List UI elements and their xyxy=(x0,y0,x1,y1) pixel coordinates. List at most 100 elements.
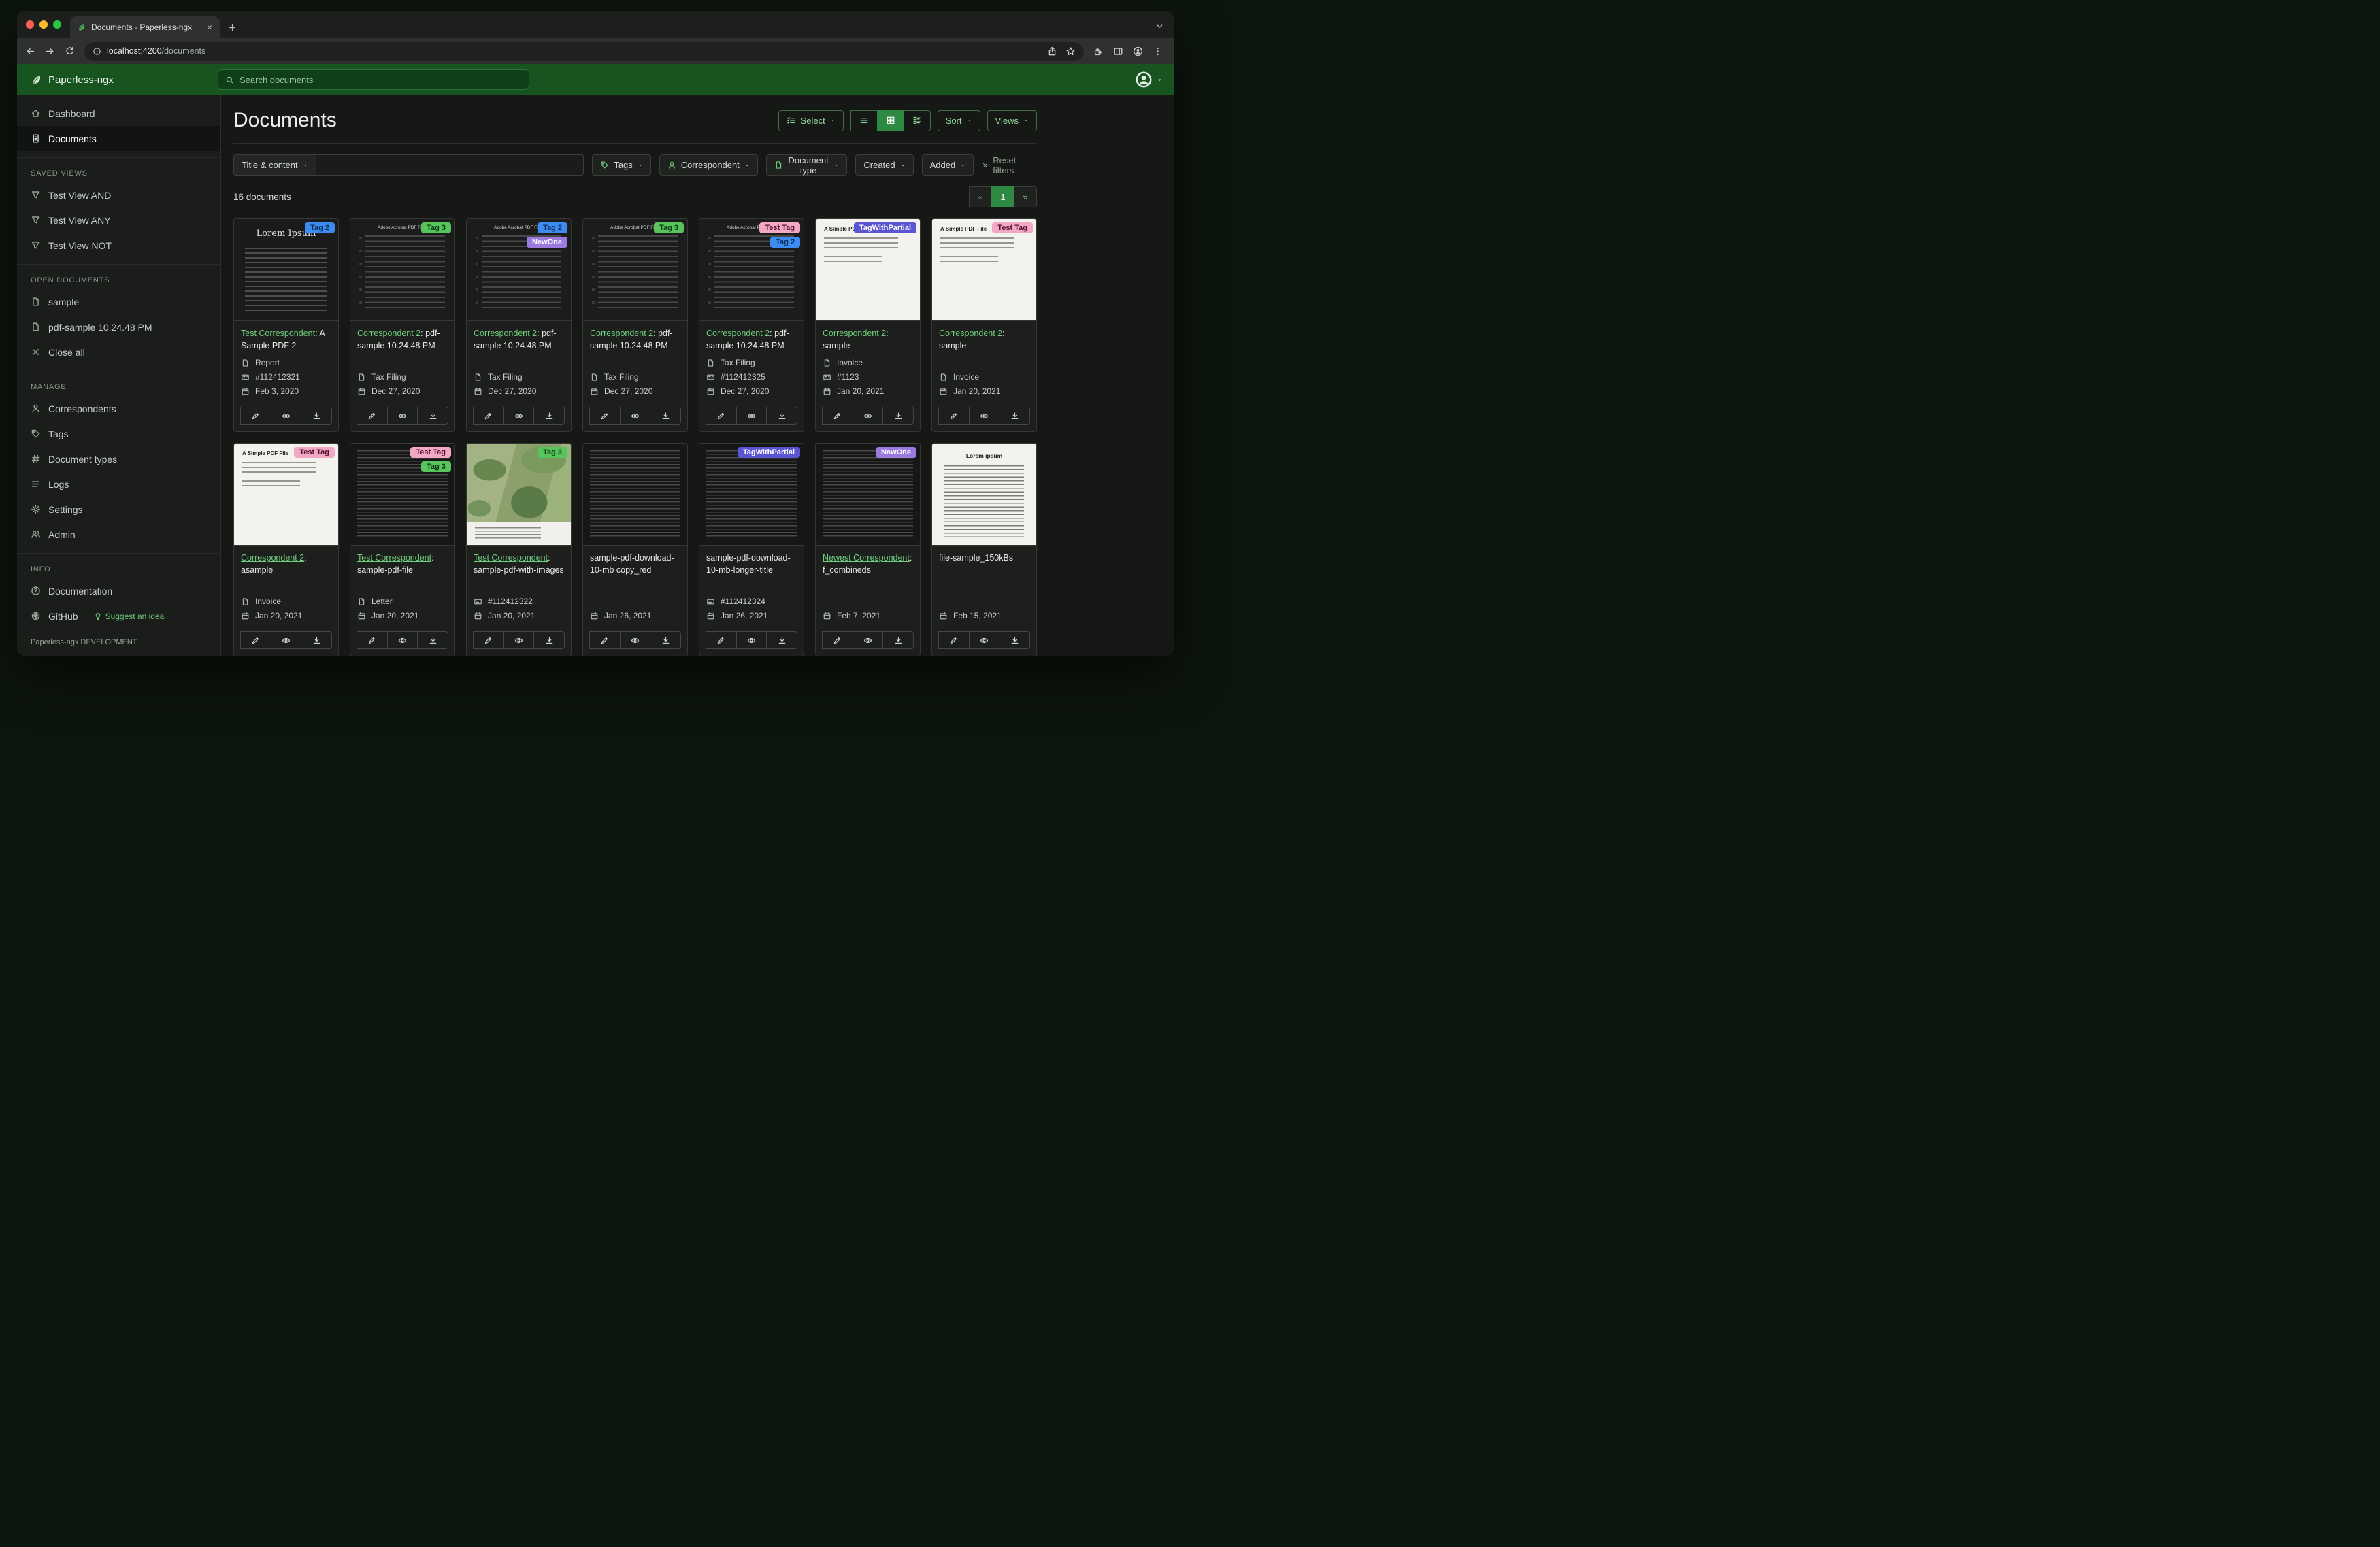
card-action-button[interactable] xyxy=(766,407,798,425)
address-bar[interactable]: localhost:4200/documents xyxy=(84,41,1084,61)
search-input[interactable] xyxy=(239,74,522,85)
card-action-button[interactable] xyxy=(999,631,1031,649)
sidebar-item[interactable]: Correspondents xyxy=(17,396,220,421)
document-thumbnail[interactable]: Test Tag Tag 3 xyxy=(350,444,454,546)
sort-button[interactable]: Sort xyxy=(937,110,980,131)
card-action-button[interactable] xyxy=(706,407,737,425)
card-action-button[interactable] xyxy=(503,631,535,649)
card-action-button[interactable] xyxy=(301,407,333,425)
document-type-row[interactable]: Tax Filing xyxy=(706,358,797,367)
card-action-button[interactable] xyxy=(968,407,1000,425)
zoom-window-button[interactable] xyxy=(53,20,61,29)
document-thumbnail[interactable]: A Simple PDF File Test Tag xyxy=(234,444,338,546)
chevron-down-icon[interactable] xyxy=(1155,22,1164,31)
pagination-button[interactable]: 1 xyxy=(991,186,1014,207)
card-action-button[interactable] xyxy=(852,631,884,649)
correspondent-link[interactable]: Correspondent 2 xyxy=(706,329,770,338)
sidebar-item[interactable]: Dashboard xyxy=(17,101,220,126)
tag-badge[interactable]: NewOne xyxy=(875,447,916,458)
view-toggle-button[interactable] xyxy=(850,110,878,131)
card-action-button[interactable] xyxy=(766,631,798,649)
sidebar-item[interactable]: Settings xyxy=(17,497,220,522)
sidebar-item[interactable]: Document types xyxy=(17,446,220,471)
views-button[interactable]: Views xyxy=(987,110,1037,131)
card-action-button[interactable] xyxy=(650,631,682,649)
card-action-button[interactable] xyxy=(473,631,504,649)
sidebar-item[interactable]: Test View ANY xyxy=(17,207,220,233)
sidebar-item[interactable]: Documents xyxy=(17,126,220,151)
correspondent-link[interactable]: Correspondent 2 xyxy=(357,329,420,338)
filter-field-selector[interactable]: Title & content xyxy=(233,154,316,176)
sidebar-item[interactable]: Test View AND xyxy=(17,182,220,207)
created-date-row[interactable]: Jan 20, 2021 xyxy=(939,386,1029,396)
filter-button[interactable]: Created xyxy=(855,154,914,176)
card-action-button[interactable] xyxy=(417,631,449,649)
card-action-button[interactable] xyxy=(386,631,418,649)
card-action-button[interactable] xyxy=(386,407,418,425)
asn-row[interactable]: #112412325 xyxy=(706,372,797,382)
correspondent-link[interactable]: Correspondent 2 xyxy=(241,553,304,563)
document-type-row[interactable]: Invoice xyxy=(823,358,913,367)
browser-tab[interactable]: Documents - Paperless-ngx xyxy=(70,16,220,38)
tag-badge[interactable]: Tag 2 xyxy=(305,222,335,233)
sidebar-item[interactable]: Close all xyxy=(17,339,220,365)
document-thumbnail[interactable]: NewOne xyxy=(816,444,920,546)
created-date-row[interactable]: Dec 27, 2020 xyxy=(357,386,448,396)
filter-button[interactable]: Added xyxy=(921,154,974,176)
puzzle-icon[interactable] xyxy=(1093,46,1104,56)
view-toggle-button[interactable] xyxy=(876,110,904,131)
panel-icon[interactable] xyxy=(1113,46,1123,56)
created-date-row[interactable]: Jan 26, 2021 xyxy=(590,611,680,620)
tag-badge[interactable]: Test Tag xyxy=(759,222,800,233)
card-action-button[interactable] xyxy=(357,631,388,649)
avatar-icon[interactable] xyxy=(1133,46,1143,56)
tag-badge[interactable]: TagWithPartial xyxy=(737,447,800,458)
card-action-button[interactable] xyxy=(650,407,682,425)
card-action-button[interactable] xyxy=(736,631,767,649)
correspondent-link[interactable]: Correspondent 2 xyxy=(939,329,1002,338)
card-action-button[interactable] xyxy=(619,407,651,425)
document-thumbnail[interactable]: Adobe Acrobat PDF Files Tag 2 NewOne xyxy=(467,219,571,321)
tag-badge[interactable]: Test Tag xyxy=(992,222,1033,233)
card-action-button[interactable] xyxy=(417,407,449,425)
created-date-row[interactable]: Dec 27, 2020 xyxy=(706,386,797,396)
card-action-button[interactable] xyxy=(822,631,853,649)
card-action-button[interactable] xyxy=(473,407,504,425)
document-type-row[interactable]: Report xyxy=(241,358,331,367)
card-action-button[interactable] xyxy=(589,407,621,425)
close-icon[interactable] xyxy=(206,24,213,31)
document-thumbnail[interactable]: TagWithPartial xyxy=(699,444,804,546)
tag-badge[interactable]: NewOne xyxy=(526,237,567,248)
document-thumbnail[interactable]: A Simple PDF File TagWithPartial xyxy=(816,219,920,321)
correspondent-link[interactable]: Correspondent 2 xyxy=(474,329,537,338)
asn-row[interactable]: #112412324 xyxy=(706,597,797,606)
document-type-row[interactable]: Invoice xyxy=(241,597,331,606)
sidebar-item[interactable]: Admin xyxy=(17,522,220,547)
card-action-button[interactable] xyxy=(270,631,302,649)
filter-button[interactable]: Correspondent xyxy=(659,154,758,176)
close-window-button[interactable] xyxy=(26,20,34,29)
tag-badge[interactable]: Tag 2 xyxy=(770,237,800,248)
tag-badge[interactable]: Tag 3 xyxy=(421,461,451,472)
kebab-icon[interactable] xyxy=(1153,46,1163,56)
document-thumbnail[interactable]: Adobe Acrobat PDF Files Tag 3 xyxy=(583,219,687,321)
user-menu[interactable] xyxy=(1135,71,1163,88)
card-action-button[interactable] xyxy=(589,631,621,649)
tag-badge[interactable]: Tag 3 xyxy=(654,222,684,233)
document-type-row[interactable]: Letter xyxy=(357,597,448,606)
sidebar-item[interactable]: GitHub Suggest an idea xyxy=(17,603,220,629)
created-date-row[interactable]: Jan 20, 2021 xyxy=(241,611,331,620)
star-icon[interactable] xyxy=(1065,46,1076,56)
card-action-button[interactable] xyxy=(301,631,333,649)
tag-badge[interactable]: Tag 2 xyxy=(538,222,567,233)
tag-badge[interactable]: TagWithPartial xyxy=(853,222,916,233)
card-action-button[interactable] xyxy=(619,631,651,649)
forward-icon[interactable] xyxy=(45,46,55,56)
filter-text-input[interactable] xyxy=(316,154,584,176)
tag-badge[interactable]: Test Tag xyxy=(410,447,451,458)
created-date-row[interactable]: Jan 20, 2021 xyxy=(474,611,564,620)
sidebar-item[interactable]: pdf-sample 10.24.48 PM xyxy=(17,314,220,339)
card-action-button[interactable] xyxy=(938,631,970,649)
filter-button[interactable]: Document type xyxy=(765,154,848,176)
asn-row[interactable]: #112412322 xyxy=(474,597,564,606)
